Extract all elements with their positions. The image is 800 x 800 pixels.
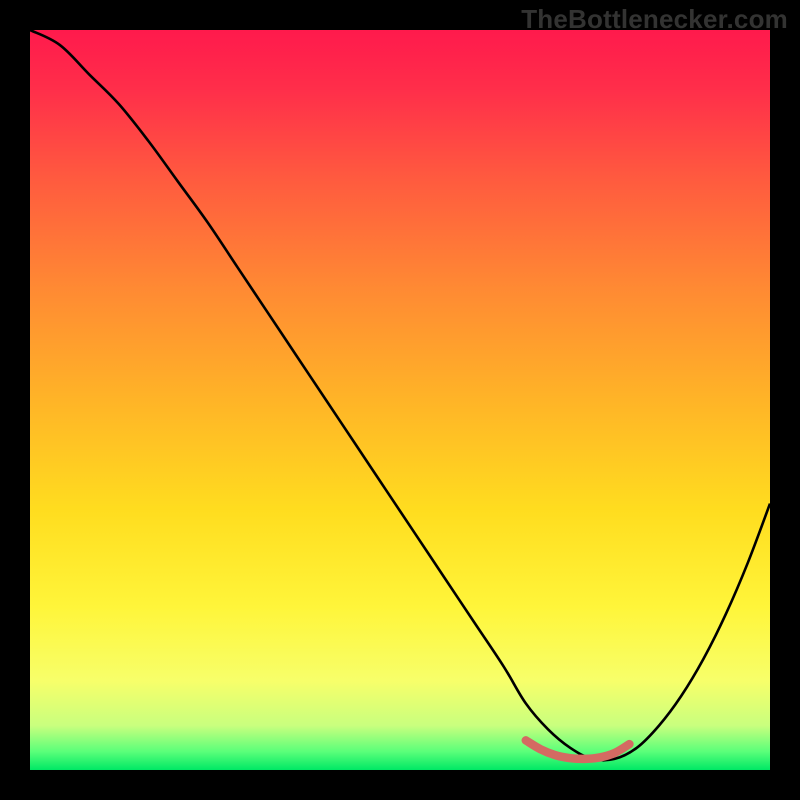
chart-frame: TheBottlenecker.com — [0, 0, 800, 800]
watermark-text: TheBottlenecker.com — [521, 4, 788, 35]
gradient-background — [30, 30, 770, 770]
bottleneck-chart — [0, 0, 800, 800]
